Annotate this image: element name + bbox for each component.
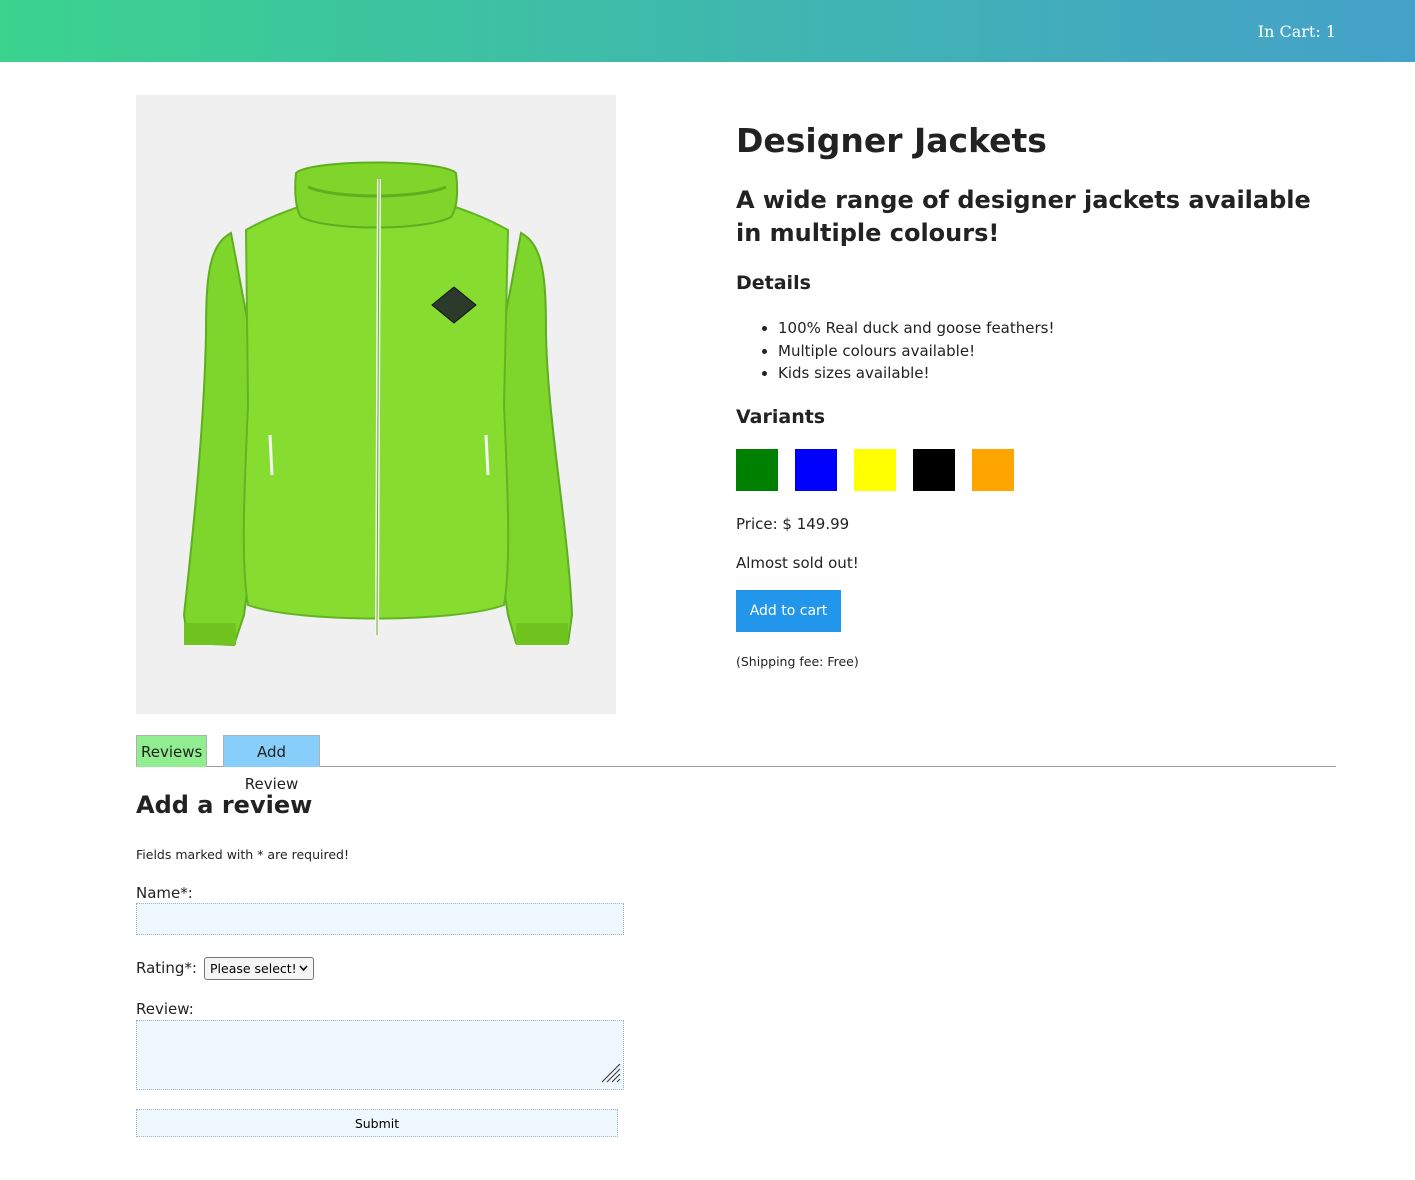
- detail-item: 100% Real duck and goose feathers!: [778, 317, 1054, 340]
- review-tabs: Reviews Add Review: [136, 735, 1336, 793]
- variant-swatch-green[interactable]: [736, 449, 778, 491]
- rating-select[interactable]: Please select!: [204, 957, 314, 980]
- variant-swatch-orange[interactable]: [972, 449, 1014, 491]
- tab-add-review[interactable]: Add Review: [223, 735, 320, 793]
- product-title: Designer Jackets: [736, 121, 1047, 160]
- review-textarea[interactable]: [136, 1020, 624, 1090]
- green-jacket-image: [182, 161, 574, 647]
- variant-swatch-blue[interactable]: [795, 449, 837, 491]
- resize-handle-icon[interactable]: [599, 1061, 621, 1087]
- detail-item: Kids sizes available!: [778, 362, 1054, 385]
- cart-counter[interactable]: In Cart: 1: [1258, 22, 1336, 41]
- product-subtitle: A wide range of designer jackets availab…: [736, 186, 1311, 247]
- details-list: 100% Real duck and goose feathers! Multi…: [736, 317, 1054, 385]
- variants-heading: Variants: [736, 406, 826, 428]
- variant-swatches: [736, 449, 1031, 491]
- product-image: [136, 95, 616, 714]
- stock-status: Almost sold out!: [736, 554, 859, 572]
- name-label: Name*:: [136, 884, 193, 902]
- add-review-title: Add a review: [136, 791, 313, 819]
- price: Price: $ 149.99: [736, 515, 850, 533]
- review-label: Review:: [136, 1000, 194, 1018]
- required-fields-note: Fields marked with * are required!: [136, 847, 349, 862]
- variant-swatch-black[interactable]: [913, 449, 955, 491]
- rating-label: Rating*:: [136, 959, 197, 977]
- details-heading: Details: [736, 272, 811, 294]
- variant-swatch-yellow[interactable]: [854, 449, 896, 491]
- add-to-cart-button[interactable]: Add to cart: [736, 590, 841, 632]
- rating-selected-value: Please select!: [210, 961, 297, 976]
- navbar: In Cart: 1: [0, 0, 1415, 62]
- detail-item: Multiple colours available!: [778, 340, 1054, 363]
- tab-reviews[interactable]: Reviews: [136, 735, 207, 767]
- submit-button[interactable]: Submit: [136, 1109, 618, 1137]
- shipping-fee: (Shipping fee: Free): [736, 654, 859, 669]
- chevron-down-icon: [299, 958, 308, 987]
- name-input[interactable]: [136, 903, 624, 935]
